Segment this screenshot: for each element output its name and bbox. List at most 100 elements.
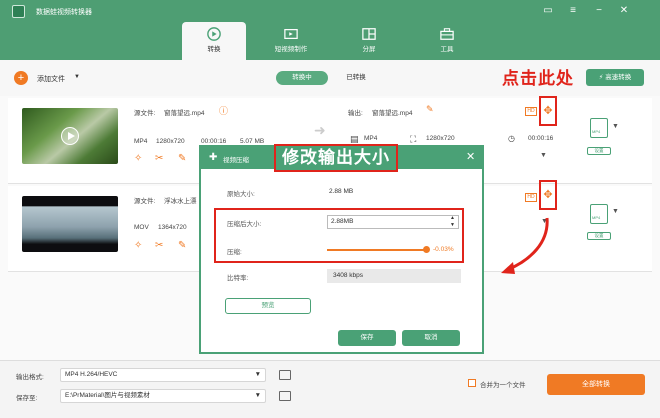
menu-icon[interactable]: ≡: [566, 4, 580, 18]
merge-checkbox[interactable]: [468, 379, 476, 387]
close-icon[interactable]: ✕: [617, 4, 631, 18]
source-format: MP4: [134, 138, 148, 145]
compress-icon: ✥: [543, 189, 553, 201]
output-format-select[interactable]: MP4 H.264/HEVC ▼: [60, 368, 266, 382]
format-settings-button[interactable]: 设置: [587, 147, 611, 155]
compress-button[interactable]: ✥: [539, 96, 557, 126]
compressed-size-input[interactable]: 2.88MB ▲ ▼: [327, 215, 459, 229]
status-segment: 转换中 已转换: [276, 71, 386, 85]
stepper-arrows-icon[interactable]: ▲ ▼: [450, 215, 455, 229]
converted-tab[interactable]: 已转换: [336, 71, 376, 85]
tab-convert-label: 转换: [207, 46, 221, 53]
cancel-button[interactable]: 取消: [402, 330, 460, 346]
converting-tab[interactable]: 转换中: [276, 71, 328, 85]
compress-percent: -0.03%: [433, 246, 454, 253]
preview-button[interactable]: 预览: [225, 298, 311, 314]
video-thumbnail[interactable]: [22, 108, 118, 164]
speed-convert-label: 高速转换: [605, 74, 632, 81]
tab-toolbox-label: 工具: [440, 46, 454, 53]
play-icon[interactable]: [61, 127, 79, 145]
tab-video-edit-label: 短视频制作: [274, 46, 308, 53]
save-to-label: 保存至:: [16, 395, 38, 402]
original-size-label: 原始大小:: [227, 191, 255, 198]
mp4-format-icon[interactable]: [590, 118, 608, 138]
annotation-arrow-icon: [501, 217, 549, 274]
rename-icon[interactable]: ✎: [426, 104, 434, 115]
output-resolution: 1280x720: [426, 135, 455, 142]
compressed-size-value: 2.88MB: [331, 218, 354, 225]
resolution-icon: ⛶: [410, 134, 417, 144]
source-label: 源文件:: [134, 110, 156, 117]
add-file-dropdown-icon[interactable]: ▼: [74, 74, 80, 80]
compress-slider-handle[interactable]: [423, 246, 430, 253]
format-dropdown-icon[interactable]: ▼: [612, 123, 619, 130]
save-button[interactable]: 保存: [338, 330, 396, 346]
source-label: 源文件:: [134, 198, 156, 205]
mp4-format-icon[interactable]: [590, 204, 608, 224]
source-name: 窗落望远.mp4: [164, 110, 205, 117]
compress-logo-icon: ✚: [209, 152, 218, 163]
bitrate-value: 3408 kbps: [327, 269, 461, 283]
annotation-click-here: 点击此处: [502, 69, 574, 88]
output-name: 窗落望远.mp4: [372, 110, 413, 117]
video-edit-icon: [284, 29, 298, 39]
merge-label: 合并为一个文件: [480, 382, 526, 389]
compress-icon: ✥: [543, 105, 553, 117]
compress-dialog: ✚ 视频压缩 ✕ 修改输出大小 原始大小: 2.88 MB 压缩后大小: 2.8…: [199, 144, 484, 354]
bottom-bar: 输出格式: MP4 H.264/HEVC ▼ 保存至: E:\PrMateria…: [0, 360, 660, 418]
folder-icon[interactable]: [279, 391, 291, 401]
output-duration: 00:00:16: [528, 135, 554, 142]
output-label: 输出:: [348, 110, 363, 117]
close-icon[interactable]: ✕: [466, 150, 475, 163]
format-settings-button[interactable]: 设置: [587, 232, 611, 240]
minimize-icon[interactable]: −: [592, 4, 606, 18]
lightning-icon: ⚡: [598, 74, 604, 81]
dialog-title: 视频压缩: [223, 157, 249, 164]
edit-icon[interactable]: ✎: [178, 240, 186, 251]
title-bar: 数据蛙视频转换器 ▭ ≡ − ✕ 转换 短视频制作 分屏 工具: [0, 0, 660, 60]
tab-video-edit[interactable]: 短视频制作: [259, 22, 323, 60]
hd-icon[interactable]: HD: [525, 107, 537, 116]
original-size-value: 2.88 MB: [329, 188, 354, 195]
chevron-down-icon: ▼: [254, 371, 261, 378]
video-thumbnail[interactable]: [22, 196, 118, 252]
enhance-icon[interactable]: ✧: [134, 153, 142, 164]
clock-icon: ◷: [508, 134, 515, 143]
compress-slider[interactable]: [327, 249, 427, 251]
format-settings-icon[interactable]: [279, 370, 291, 380]
source-resolution: 1280x720: [156, 138, 185, 145]
output-format-value: MP4 H.264/HEVC: [65, 371, 118, 378]
output-format-label: 输出格式:: [16, 374, 44, 381]
hd-icon[interactable]: HD: [525, 193, 537, 202]
tab-convert[interactable]: 转换: [182, 22, 246, 60]
compressed-size-label: 压缩后大小:: [227, 221, 262, 228]
source-duration: 00:00:16: [201, 138, 227, 145]
source-resolution: 1364x720: [158, 224, 187, 231]
speed-convert-button[interactable]: ⚡ 高速转换: [586, 69, 644, 86]
bitrate-label: 比特率:: [227, 275, 249, 282]
tab-split-screen-label: 分屏: [362, 46, 376, 53]
add-file-button[interactable]: 添加文件: [37, 74, 65, 84]
toolbox-icon: [440, 28, 454, 40]
source-format: MOV: [134, 224, 149, 231]
cut-icon[interactable]: ✂: [155, 153, 163, 164]
tab-toolbox[interactable]: 工具: [415, 22, 479, 60]
convert-arrow-icon: ➜: [314, 122, 326, 138]
edit-icon[interactable]: ✎: [178, 153, 186, 164]
app-title: 数据蛙视频转换器: [36, 9, 92, 16]
enhance-icon[interactable]: ✧: [134, 240, 142, 251]
output-dropdown-icon[interactable]: ▼: [540, 152, 547, 159]
tab-split-screen[interactable]: 分屏: [337, 22, 401, 60]
add-file-plus-icon[interactable]: +: [14, 71, 28, 85]
compress-button[interactable]: ✥: [539, 180, 557, 210]
convert-all-button[interactable]: 全部转换: [547, 374, 645, 395]
output-format: MP4: [364, 135, 378, 142]
save-path-value: E:\PrMaterial\图片与视频素材: [65, 392, 150, 399]
cut-icon[interactable]: ✂: [155, 240, 163, 251]
message-icon[interactable]: ▭: [541, 4, 555, 18]
info-icon[interactable]: ⓘ: [219, 104, 228, 117]
save-path-select[interactable]: E:\PrMaterial\图片与视频素材 ▼: [60, 389, 266, 403]
source-name: 浮冰水上漂: [164, 198, 197, 205]
compress-label: 压缩:: [227, 249, 242, 256]
format-dropdown-icon[interactable]: ▼: [612, 208, 619, 215]
